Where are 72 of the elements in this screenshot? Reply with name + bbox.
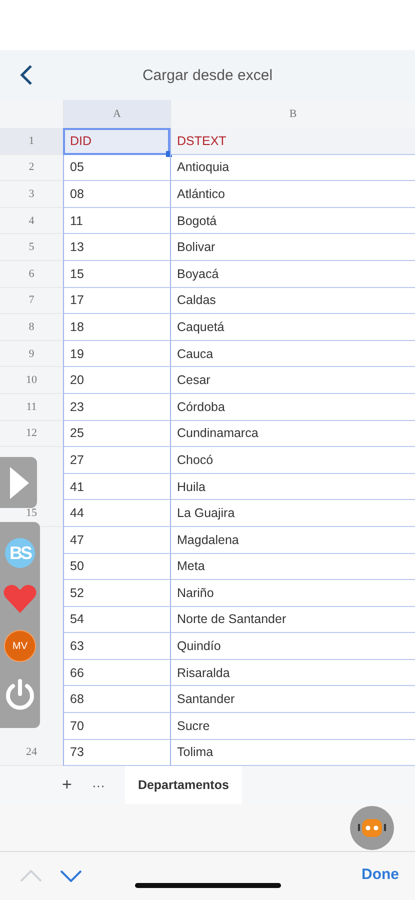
table-cell[interactable]: 54 — [63, 606, 170, 634]
table-cell[interactable]: Magdalena — [170, 526, 415, 554]
table-cell[interactable]: Bogotá — [170, 208, 415, 234]
table-cell[interactable]: 44 — [63, 500, 170, 527]
row-number[interactable]: 9 — [28, 348, 34, 360]
table-cell[interactable]: Nariño — [170, 580, 415, 607]
down-chevron-icon[interactable] — [60, 870, 82, 882]
row-number[interactable]: 2 — [28, 161, 34, 174]
row-number[interactable]: 6 — [28, 268, 34, 280]
back-icon[interactable] — [19, 64, 33, 86]
row-number[interactable]: 11 — [26, 400, 37, 413]
row-number[interactable]: 7 — [28, 294, 34, 306]
table-cell[interactable]: Quindío — [170, 633, 415, 660]
table-cell[interactable]: 23 — [63, 394, 170, 421]
table-cell[interactable]: DID — [63, 128, 170, 155]
power-icon[interactable] — [3, 678, 37, 712]
robot-icon[interactable] — [350, 806, 394, 850]
screen-title: Cargar desde excel — [141, 66, 274, 84]
table-cell[interactable]: Córdoba — [170, 394, 415, 421]
table-cell[interactable]: Santander — [170, 686, 415, 714]
table-cell[interactable]: Norte de Santander — [170, 606, 415, 634]
table-cell[interactable]: 66 — [63, 660, 170, 686]
table-cell[interactable]: 15 — [63, 260, 170, 288]
table-cell[interactable]: 13 — [63, 234, 170, 261]
table-cell[interactable]: 20 — [63, 367, 170, 394]
table-cell[interactable]: 08 — [63, 181, 170, 208]
table-cell[interactable]: 17 — [63, 288, 170, 314]
row-number[interactable]: 3 — [28, 188, 34, 200]
play-button[interactable] — [0, 457, 37, 508]
more-button[interactable]: ··· — [82, 766, 115, 804]
table-cell[interactable]: 52 — [63, 580, 170, 607]
table-cell[interactable]: 47 — [63, 526, 170, 554]
row-number[interactable]: 12 — [26, 427, 37, 440]
row-number[interactable]: 8 — [28, 320, 34, 333]
table-cell[interactable]: Huila — [170, 474, 415, 500]
heart-icon[interactable] — [3, 584, 37, 614]
row-number[interactable]: 15 — [26, 507, 37, 520]
table-cell[interactable]: 68 — [63, 686, 170, 714]
table-cell[interactable]: 50 — [63, 554, 170, 580]
table-cell[interactable]: 27 — [63, 447, 170, 474]
table-cell[interactable]: Bolivar — [170, 234, 415, 261]
sheet-tab[interactable]: Departamentos — [124, 766, 242, 804]
table-cell[interactable]: 11 — [63, 208, 170, 234]
table-cell[interactable]: Caquetá — [170, 314, 415, 341]
table-cell[interactable]: Cesar — [170, 367, 415, 394]
table-cell[interactable]: 41 — [63, 474, 170, 500]
table-cell[interactable]: 05 — [63, 154, 170, 182]
column-header[interactable]: A — [63, 100, 170, 128]
table-cell[interactable]: Risaralda — [170, 660, 415, 686]
add-sheet-button[interactable]: + — [52, 766, 82, 804]
table-cell[interactable]: Cundinamarca — [170, 420, 415, 448]
table-cell[interactable]: 70 — [63, 713, 170, 740]
row-number[interactable]: 24 — [26, 746, 37, 758]
row-number[interactable]: 5 — [28, 241, 34, 254]
done-button[interactable]: Done — [362, 866, 399, 884]
table-cell[interactable]: Chocó — [170, 447, 415, 474]
table-cell[interactable]: 63 — [63, 633, 170, 660]
table-cell[interactable]: Boyacá — [170, 260, 415, 288]
table-cell[interactable]: 19 — [63, 340, 170, 368]
table-cell[interactable]: 25 — [63, 420, 170, 448]
row-number[interactable]: 4 — [28, 214, 34, 227]
table-cell[interactable]: Antioquia — [170, 154, 415, 182]
table-cell[interactable]: Caldas — [170, 288, 415, 314]
table-cell[interactable]: Atlántico — [170, 181, 415, 208]
row-number[interactable]: 1 — [28, 134, 34, 147]
table-cell[interactable]: 18 — [63, 314, 170, 341]
table-cell[interactable]: Sucre — [170, 713, 415, 740]
table-cell[interactable]: DSTEXT — [170, 128, 415, 155]
table-cell[interactable]: Meta — [170, 554, 415, 580]
row-number[interactable]: 10 — [26, 374, 37, 386]
table-cell[interactable]: Cauca — [170, 340, 415, 368]
table-cell[interactable]: La Guajira — [170, 500, 415, 527]
